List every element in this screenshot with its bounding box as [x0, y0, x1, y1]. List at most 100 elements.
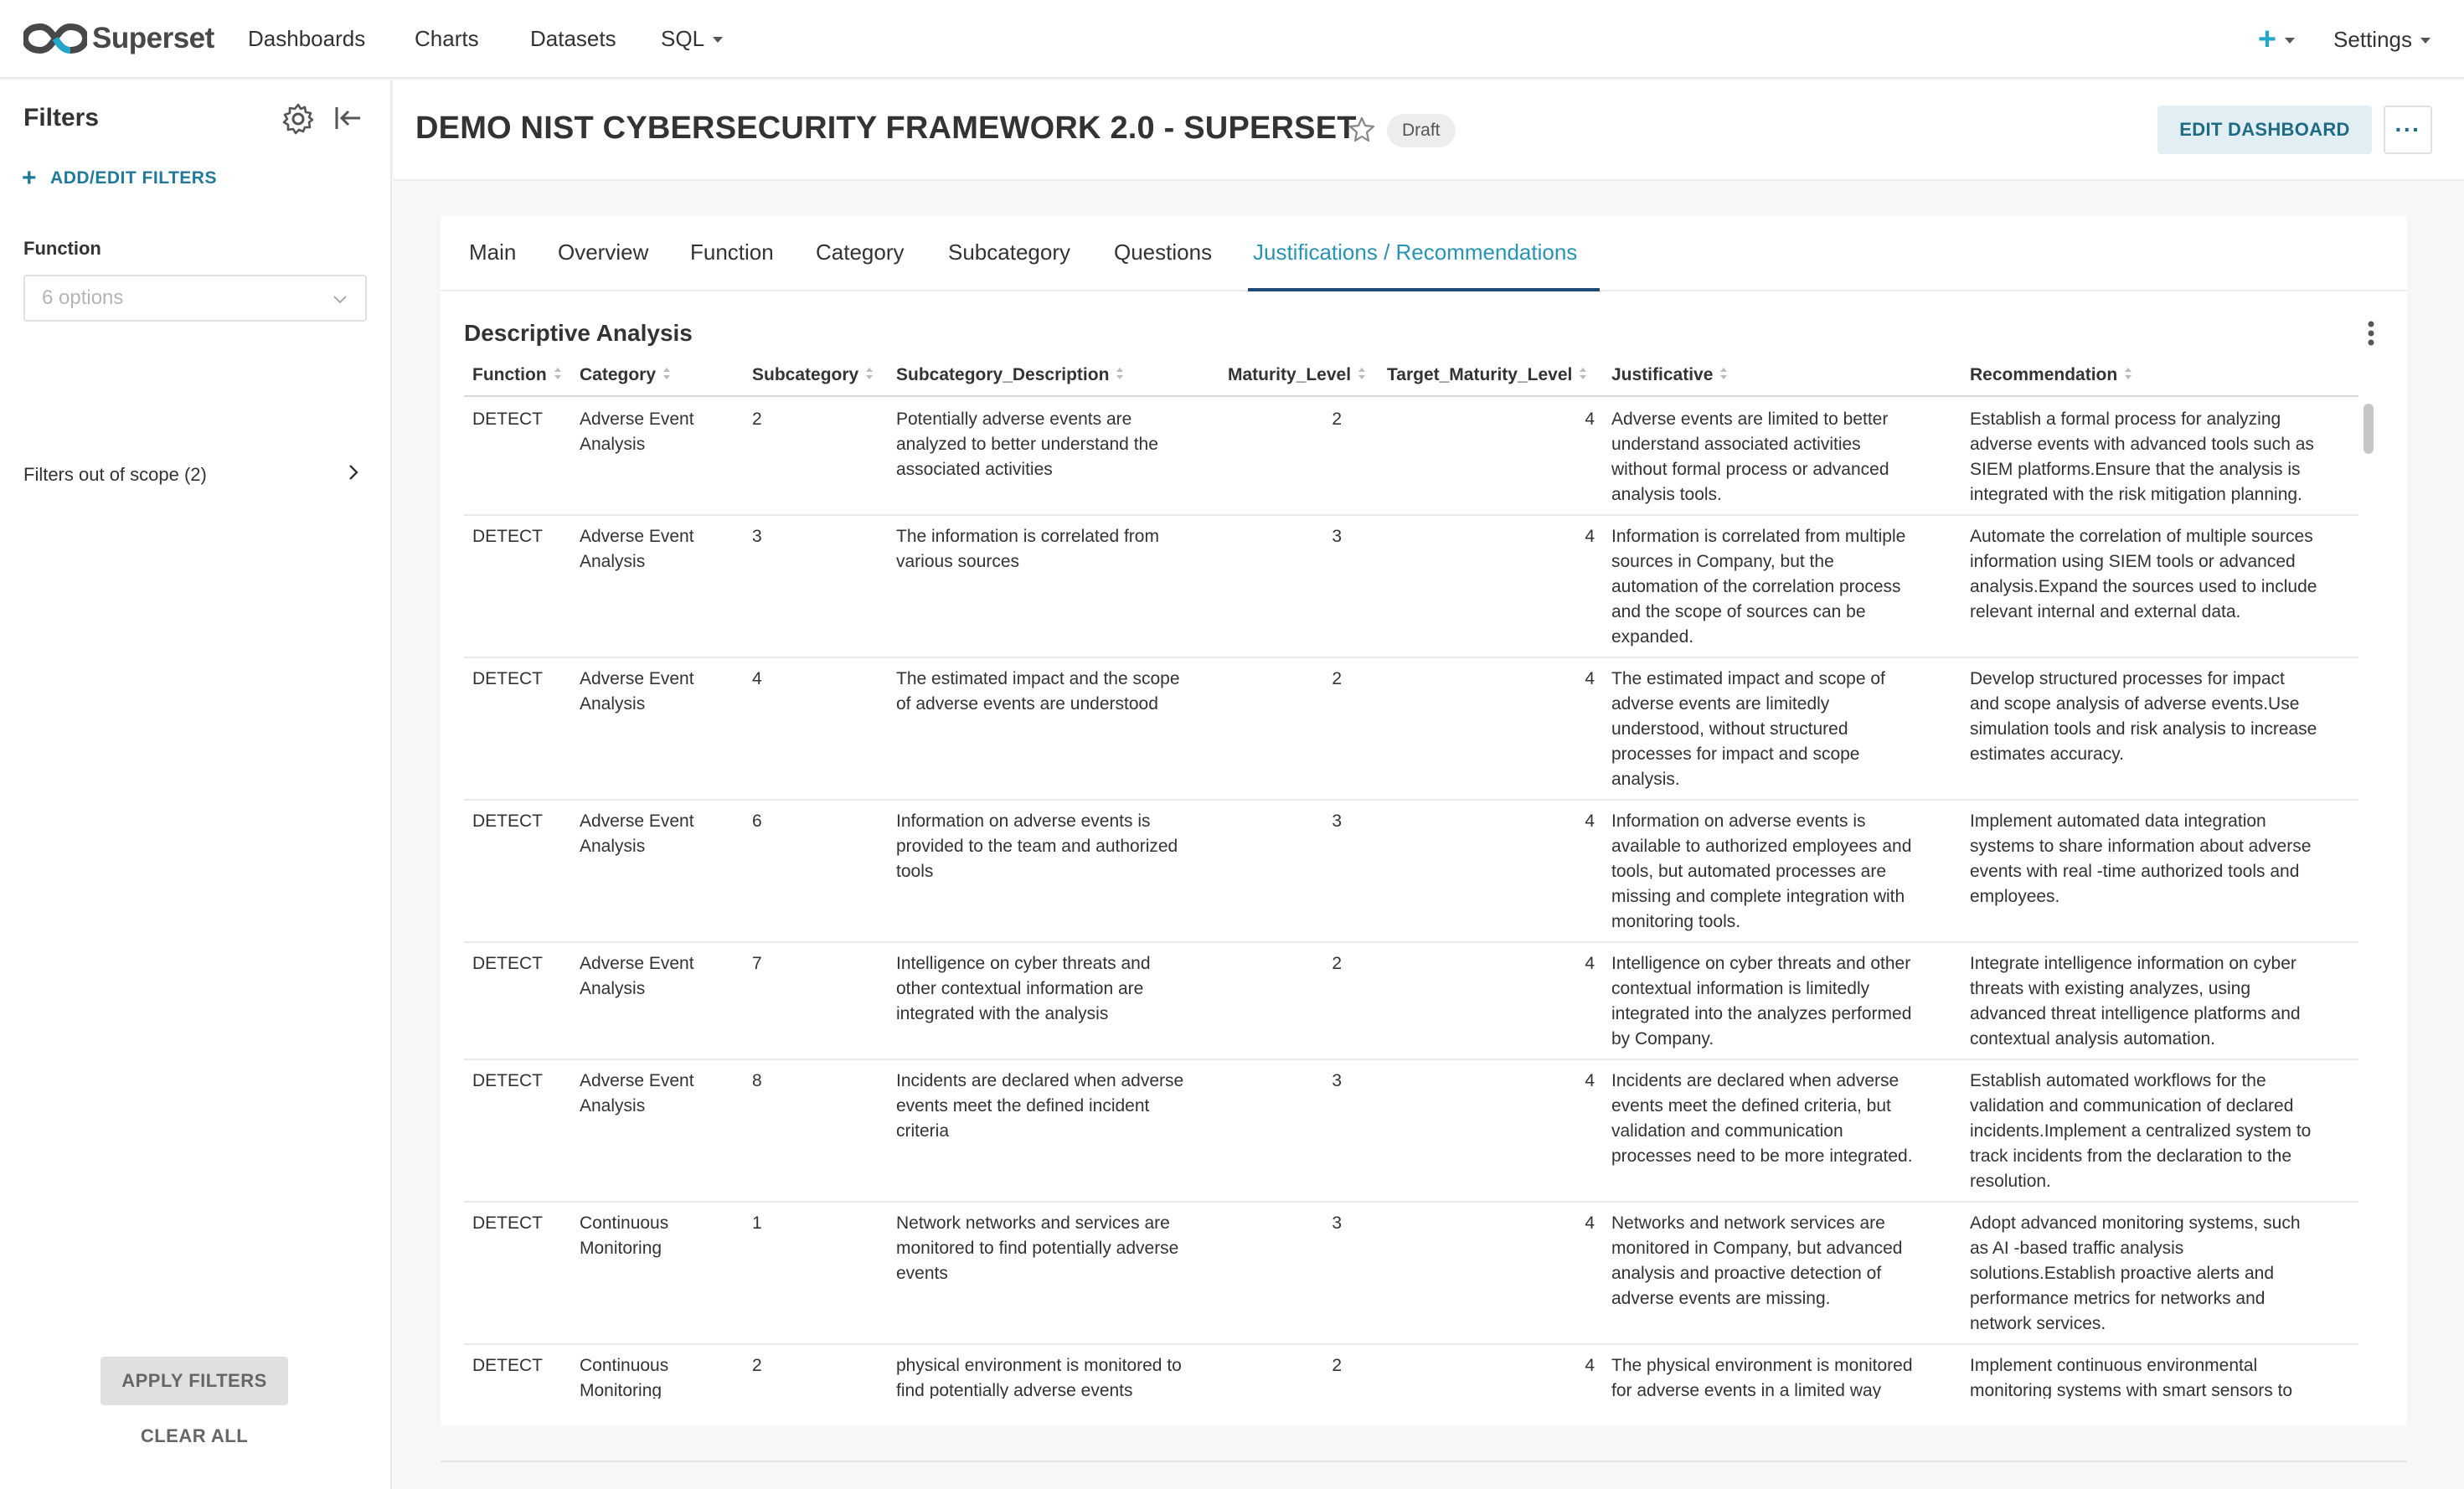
add-edit-filters-label: ADD/EDIT FILTERS [50, 168, 217, 188]
column-header-recommendation[interactable]: Recommendation [1970, 365, 2132, 385]
cell-function: DETECT [472, 669, 543, 688]
gear-icon[interactable] [281, 102, 315, 140]
cell-maturity-level: 3 [1332, 1071, 1342, 1090]
cell-line: The physical environment is monitored [1611, 1356, 1913, 1375]
table-scrollbar-thumb[interactable] [2363, 404, 2374, 454]
cell-line: information using SIEM tools or advanced [1970, 552, 2296, 571]
column-header-function[interactable]: Function [472, 365, 562, 385]
cell-target-maturity-level: 4 [1585, 527, 1595, 546]
cell-line: incidents.Implement a centralized system… [1970, 1121, 2312, 1141]
cell-maturity-level: 3 [1332, 1213, 1342, 1233]
cell-line: integrated with the analysis [896, 1004, 1109, 1023]
superset-logo[interactable]: Superset [23, 22, 214, 55]
nav-charts[interactable]: Charts [415, 26, 479, 52]
function-filter-select[interactable]: 6 options [23, 275, 367, 322]
table-body[interactable]: DETECT Adverse Event Analysis 2 Potentially … [464, 399, 2358, 1399]
cell-line: adverse events with advanced tools such … [1970, 435, 2314, 454]
cell-line: Incidents are declared when adverse [896, 1071, 1184, 1090]
top-navbar: Superset Dashboards Charts Datasets SQL … [0, 0, 2464, 79]
cell-line: analysis tools. [1611, 485, 1722, 504]
tab-subcategory[interactable]: Subcategory [948, 240, 1070, 265]
tab-questions[interactable]: Questions [1114, 240, 1212, 265]
column-header-target-maturity-level[interactable]: Target_Maturity_Level [1387, 365, 1587, 385]
cell-line: Adverse Event [580, 669, 694, 688]
edit-dashboard-button[interactable]: EDIT DASHBOARD [2157, 106, 2372, 154]
tab-function[interactable]: Function [690, 240, 774, 265]
cell-line: Analysis [580, 1096, 646, 1115]
table-header: Function Category Subcategory Subcategor… [464, 363, 2358, 397]
cell-line: monitored to find potentially adverse [896, 1239, 1179, 1258]
cell-line: missing and complete integration with [1611, 887, 1905, 906]
tab-overview[interactable]: Overview [558, 240, 648, 265]
add-edit-filters-button[interactable]: + ADD/EDIT FILTERS [22, 164, 217, 193]
nav-dashboards[interactable]: Dashboards [248, 26, 365, 52]
cell-subcategory: 1 [752, 1213, 762, 1233]
cell-maturity-level: 2 [1332, 669, 1342, 688]
cell-category: Adverse Event Analysis [580, 524, 747, 574]
cell-line: Analysis [580, 694, 646, 714]
filters-out-of-scope-label: Filters out of scope (2) [23, 464, 207, 485]
cell-line: resolution. [1970, 1172, 2051, 1191]
column-header-label: Category [580, 365, 657, 384]
tab-justifications-recommendations[interactable]: Justifications / Recommendations [1253, 240, 1577, 265]
cell-subcategory-description: physical environment is monitored to find… [896, 1353, 1223, 1399]
tabs-panel: Main Overview Function Category Subcateg… [441, 216, 2407, 1425]
column-header-subcategory-description[interactable]: Subcategory_Description [896, 365, 1124, 385]
cell-line: Adverse Event [580, 527, 694, 546]
cell-justificative: The physical environment is monitored for… [1611, 1353, 1963, 1399]
cell-line: integrated into the analyzes performed [1611, 1004, 1912, 1023]
cell-recommendation: Establish a formal process for analyzing… [1970, 407, 2355, 507]
cell-line: events meet the defined incident [896, 1096, 1150, 1115]
cell-category: Continuous Monitoring [580, 1211, 747, 1261]
cell-line: monitoring tools. [1611, 912, 1741, 931]
column-header-label: Target_Maturity_Level [1387, 365, 1573, 384]
cell-line: Implement continuous environmental [1970, 1356, 2258, 1375]
cell-line: Adverse Event [580, 1071, 694, 1090]
filters-sidebar: Filters + ADD/EDIT FILTERS Function 6 op… [0, 80, 392, 1489]
cell-subcategory: 8 [752, 1071, 762, 1090]
table-row: DETECT Continuous Monitoring 2 physical envi… [464, 1345, 2358, 1399]
apply-filters-button[interactable]: APPLY FILTERS [101, 1357, 288, 1405]
draft-status-badge[interactable]: Draft [1387, 114, 1456, 147]
cell-function: DETECT [472, 1213, 543, 1233]
cell-recommendation: Integrate intelligence information on cy… [1970, 951, 2355, 1052]
cell-line: systems to share information about adver… [1970, 837, 2312, 856]
settings-menu[interactable]: Settings [2333, 27, 2430, 53]
cell-line: Establish automated workflows for the [1970, 1071, 2266, 1090]
sort-icon [1719, 365, 1728, 385]
tab-category[interactable]: Category [816, 240, 905, 265]
cell-line: events [896, 1264, 948, 1283]
column-header-subcategory[interactable]: Subcategory [752, 365, 874, 385]
filters-out-of-scope[interactable]: Filters out of scope (2) [23, 462, 362, 487]
cell-line: integrated with the risk mitigation plan… [1970, 485, 2302, 504]
nav-datasets[interactable]: Datasets [530, 26, 616, 52]
cell-function: DETECT [472, 410, 543, 429]
cell-recommendation: Implement automated data integration syst… [1970, 809, 2355, 909]
column-header-label: Function [472, 365, 547, 384]
cell-line: analysis. [1611, 770, 1680, 789]
star-icon[interactable] [1348, 116, 1375, 147]
sort-icon [1358, 365, 1366, 385]
cell-category: Adverse Event Analysis [580, 667, 747, 717]
collapse-sidebar-icon[interactable] [333, 104, 362, 137]
cell-target-maturity-level: 4 [1585, 954, 1595, 973]
cell-line: Analysis [580, 435, 646, 454]
cell-subcategory: 6 [752, 811, 762, 831]
table-scrollbar[interactable] [2363, 399, 2374, 1399]
clear-all-button[interactable]: CLEAR ALL [101, 1425, 288, 1447]
nav-sql[interactable]: SQL [661, 26, 724, 52]
column-header-justificative[interactable]: Justificative [1611, 365, 1728, 385]
column-header-maturity-level[interactable]: Maturity_Level [1228, 365, 1366, 385]
tab-main[interactable]: Main [469, 240, 516, 265]
new-item-menu[interactable]: + [2258, 23, 2296, 55]
cell-recommendation: Implement continuous environmental monito… [1970, 1353, 2355, 1399]
chart-menu-icon[interactable] [2367, 320, 2375, 351]
chevron-right-icon [345, 462, 362, 487]
more-options-button[interactable]: ··· [2384, 106, 2432, 154]
cell-line: find potentially adverse events [896, 1381, 1133, 1399]
column-header-category[interactable]: Category [580, 365, 671, 385]
function-filter-label: Function [23, 238, 101, 259]
sort-icon [865, 365, 874, 385]
cell-line: automation of the correlation process [1611, 577, 1901, 596]
brand-name: Superset [92, 22, 214, 54]
